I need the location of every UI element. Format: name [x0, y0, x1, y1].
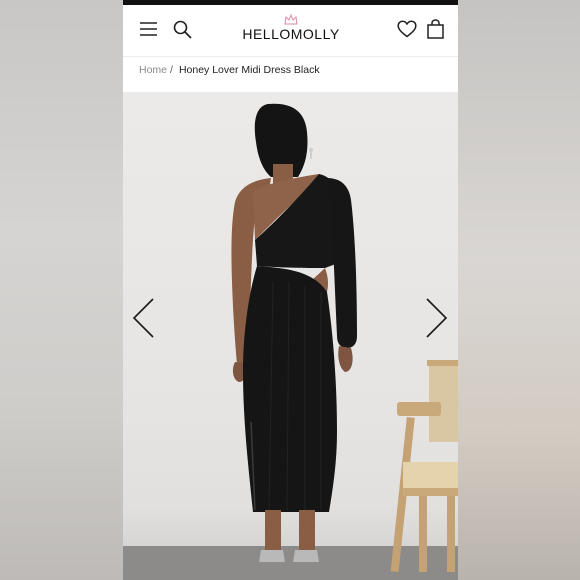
breadcrumb-current: Honey Lover Midi Dress Black [178, 64, 320, 76]
bag-icon[interactable] [427, 19, 444, 39]
chevron-left-icon[interactable] [131, 297, 157, 339]
brand-logo[interactable]: HELLOMOLLY [236, 14, 346, 48]
model-figure [231, 103, 357, 562]
site-header: HELLOMOLLY [123, 5, 458, 57]
heart-icon[interactable] [397, 20, 417, 38]
crown-icon [284, 14, 298, 25]
breadcrumb-home-link[interactable]: Home [139, 64, 167, 76]
chair-illustration [390, 360, 458, 572]
chevron-right-icon[interactable] [423, 297, 449, 339]
background-blur-left [0, 0, 123, 580]
product-image[interactable] [123, 92, 458, 580]
breadcrumb: Home / Honey Lover Midi Dress Black [139, 64, 320, 78]
brand-logo-text: HELLOMOLLY [242, 26, 340, 42]
search-icon[interactable] [173, 20, 192, 39]
breadcrumb-separator: / [170, 64, 173, 76]
menu-icon[interactable] [140, 22, 157, 36]
product-photo-illustration [231, 103, 458, 572]
mobile-page: HELLOMOLLY Home / Honey Lover Midi Dress B… [123, 0, 458, 580]
background-blur-right [458, 0, 580, 580]
